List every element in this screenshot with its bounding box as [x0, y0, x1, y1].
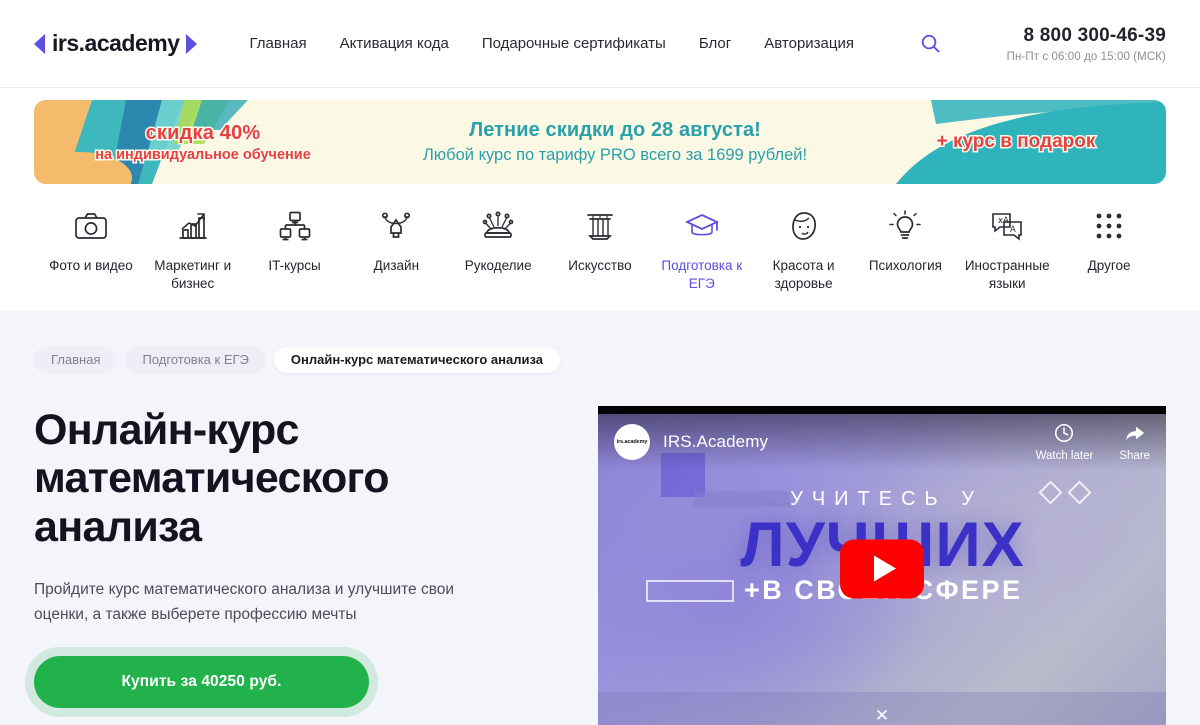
camera-icon: [74, 206, 108, 246]
close-icon[interactable]: ✕: [875, 706, 889, 725]
category-ege-preparation[interactable]: Подготовка к ЕГЭ: [651, 206, 753, 293]
promo-banner-wrap: скидка 40% на индивидуальное обучение Ле…: [0, 88, 1200, 184]
play-triangle: [873, 555, 896, 582]
logo-text: irs.academy: [52, 30, 180, 56]
category-design[interactable]: Дизайн: [345, 206, 447, 293]
cta-wrapper: Купить за 40250 руб.: [34, 655, 590, 708]
category-label: IT-курсы: [268, 258, 321, 273]
svg-text:хА: хА: [998, 216, 1009, 226]
category-psychology[interactable]: Психология: [855, 206, 957, 293]
page-title-line-3: анализа: [34, 502, 202, 551]
category-bar: Фото и видео Маркетинг и бизнес IT-курсы…: [0, 184, 1200, 311]
youtube-video-embed[interactable]: irs.academy IRS.Academy Watch later Shar…: [598, 405, 1166, 725]
video-header-overlay: irs.academy IRS.Academy Watch later Shar…: [598, 413, 1166, 470]
watch-later-label: Watch later: [1035, 449, 1094, 462]
video-top-black-bar: [598, 405, 1166, 414]
category-label: Подготовка к ЕГЭ: [661, 258, 743, 291]
nav-item-code-activation[interactable]: Активация кода: [340, 35, 449, 52]
nav-item-home[interactable]: Главная: [249, 35, 306, 52]
grid-dots-icon: [1094, 206, 1124, 246]
face-icon: [789, 206, 819, 246]
svg-text:A: A: [1010, 225, 1016, 235]
nav-item-authorization[interactable]: Авторизация: [764, 35, 854, 52]
promo-right-text: + курс в подарок: [866, 130, 1166, 154]
category-handicraft[interactable]: Рукоделие: [447, 206, 549, 293]
page-title-line-1: Онлайн-курс: [34, 405, 299, 454]
youtube-play-icon[interactable]: [840, 539, 925, 599]
search-icon[interactable]: [916, 29, 946, 59]
category-marketing-business[interactable]: Маркетинг и бизнес: [142, 206, 244, 293]
main-navigation: Главная Активация кода Подарочные сертиф…: [249, 35, 854, 52]
category-photo-video[interactable]: Фото и видео: [40, 206, 142, 293]
bar-chart-arrow-icon: [177, 206, 209, 246]
breadcrumb-item-ege[interactable]: Подготовка к ЕГЭ: [125, 346, 266, 373]
promo-left-text: скидка 40% на индивидуальное обучение: [34, 120, 364, 164]
promo-center-text: Летние скидки до 28 августа! Любой курс …: [364, 119, 866, 165]
buy-button[interactable]: Купить за 40250 руб.: [34, 655, 369, 708]
site-header: irs.academy Главная Активация кода Подар…: [0, 0, 1200, 88]
category-other[interactable]: Другое: [1058, 206, 1160, 293]
network-monitors-icon: [279, 206, 311, 246]
video-channel-name[interactable]: IRS.Academy: [663, 432, 768, 452]
page-title: Онлайн-курс математического анализа: [34, 406, 590, 552]
share-label: Share: [1119, 449, 1150, 462]
share-button[interactable]: Share: [1119, 422, 1150, 462]
category-beauty-health[interactable]: Красота и здоровье: [753, 206, 855, 293]
site-logo[interactable]: irs.academy: [34, 30, 198, 57]
page-title-line-2: математического: [34, 454, 389, 503]
column-icon: [584, 206, 616, 246]
graduation-cap-icon: [684, 206, 719, 246]
category-label: Другое: [1087, 258, 1131, 273]
category-label: Маркетинг и бизнес: [154, 258, 232, 291]
category-label: Рукоделие: [464, 258, 532, 273]
thumb-line-1: УЧИТЕСЬ У: [790, 487, 983, 510]
nav-item-blog[interactable]: Блог: [699, 35, 731, 52]
main-content: Главная Подготовка к ЕГЭ Онлайн-курс мат…: [0, 311, 1200, 725]
logo-left-triangle-icon: [34, 33, 45, 54]
breadcrumb-item-home[interactable]: Главная: [34, 346, 118, 373]
pen-tool-icon: [380, 206, 412, 246]
breadcrumb-item-current: Онлайн-курс математического анализа: [273, 346, 560, 373]
working-hours: Пн-Пт с 06:00 до 15:00 (МСК): [1006, 50, 1166, 63]
share-arrow-icon: [1124, 422, 1146, 447]
promo-summer-subline: Любой курс по тарифу PRO всего за 1699 р…: [422, 146, 808, 164]
video-actions: Watch later Share: [1036, 422, 1150, 462]
clock-icon: [1053, 422, 1075, 447]
category-label: Искусство: [568, 258, 632, 273]
category-foreign-languages[interactable]: хА A Иностранные языки: [956, 206, 1058, 293]
promo-discount-subline: на индивидуальное обучение: [94, 145, 313, 164]
category-label: Красота и здоровье: [772, 258, 835, 291]
pin-cushion-icon: [481, 206, 515, 246]
page-subtitle: Пройдите курс математического анализа и …: [34, 581, 455, 624]
hero-section: Онлайн-курс математического анализа Прой…: [34, 405, 1166, 725]
phone-number[interactable]: 8 800 300-46-39: [1007, 25, 1166, 47]
promo-gift-course: + курс в подарок: [935, 130, 1097, 154]
category-label: Психология: [868, 258, 942, 273]
watch-later-button[interactable]: Watch later: [1035, 422, 1094, 462]
translate-icon: хА A: [991, 206, 1023, 246]
hero-text-column: Онлайн-курс математического анализа Прой…: [34, 406, 590, 725]
page-root: irs.academy Главная Активация кода Подар…: [0, 0, 1200, 725]
header-contact: 8 800 300-46-39 Пн-Пт с 06:00 до 15:00 (…: [1007, 25, 1166, 63]
category-label: Фото и видео: [49, 258, 133, 273]
avatar[interactable]: irs.academy: [614, 423, 651, 460]
promo-banner[interactable]: скидка 40% на индивидуальное обучение Ле…: [34, 100, 1166, 184]
lightbulb-icon: [889, 206, 922, 246]
breadcrumb: Главная Подготовка к ЕГЭ Онлайн-курс мат…: [34, 346, 1166, 373]
promo-summer-headline: Летние скидки до 28 августа!: [469, 119, 761, 141]
category-label: Иностранные языки: [964, 258, 1050, 291]
category-art[interactable]: Искусство: [549, 206, 651, 293]
logo-right-triangle-icon: [186, 33, 198, 54]
category-it-courses[interactable]: IT-курсы: [244, 206, 346, 293]
nav-item-gift-certificates[interactable]: Подарочные сертификаты: [482, 35, 666, 52]
promo-discount-headline: скидка 40%: [144, 120, 262, 145]
category-label: Дизайн: [373, 258, 420, 273]
